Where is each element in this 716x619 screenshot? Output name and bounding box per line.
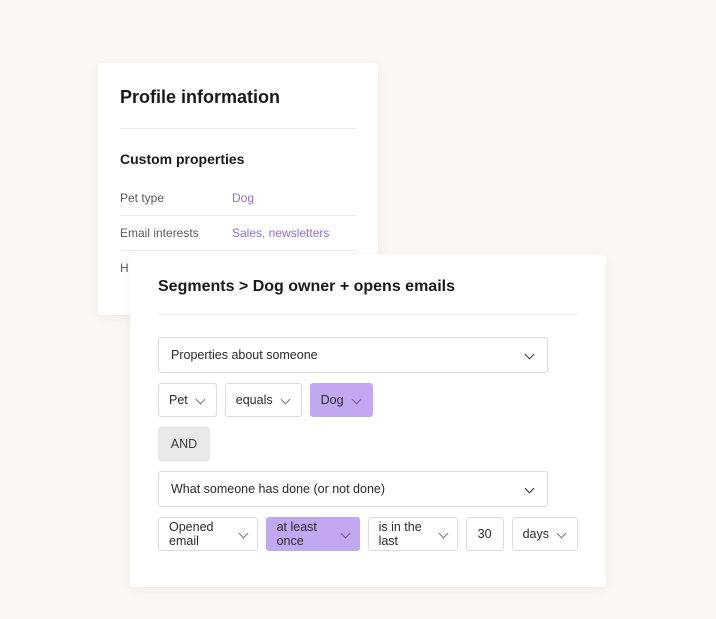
chevron-down-icon (341, 529, 349, 539)
event-select-label: Opened email (169, 520, 231, 548)
operator-select-label: equals (236, 393, 273, 407)
chevron-down-icon (439, 529, 447, 539)
property-label: Email interests (120, 226, 232, 240)
condition-group-label: Properties about someone (171, 348, 318, 362)
condition-group-label: What someone has done (or not done) (171, 482, 385, 496)
custom-properties-heading: Custom properties (120, 151, 356, 167)
segments-card: Segments > Dog owner + opens emails Prop… (130, 254, 606, 587)
frequency-select-label: at least once (277, 520, 333, 548)
join-row: AND (158, 427, 578, 461)
condition-row: Pet equals Dog (158, 383, 578, 417)
logic-join-label: AND (171, 437, 197, 451)
condition-group-select[interactable]: What someone has done (or not done) (158, 471, 548, 507)
operator-select[interactable]: equals (225, 383, 302, 417)
chevron-down-icon (281, 395, 291, 405)
value-select[interactable]: Dog (310, 383, 373, 417)
chevron-down-icon (525, 484, 535, 494)
count-value: 30 (478, 527, 492, 541)
condition-group-select[interactable]: Properties about someone (158, 337, 548, 373)
chevron-down-icon (352, 395, 362, 405)
timing-select-label: is in the last (379, 520, 431, 548)
segments-breadcrumb-title: Segments > Dog owner + opens emails (158, 278, 578, 315)
condition-row: Opened email at least once is in the las… (158, 517, 578, 551)
unit-select[interactable]: days (512, 517, 578, 551)
count-input[interactable]: 30 (466, 517, 504, 551)
property-select-label: Pet (169, 393, 188, 407)
unit-select-label: days (523, 527, 549, 541)
chevron-down-icon (557, 529, 567, 539)
property-select[interactable]: Pet (158, 383, 217, 417)
property-row: Pet type Dog (120, 181, 356, 216)
chevron-down-icon (525, 350, 535, 360)
profile-title: Profile information (120, 87, 356, 129)
chevron-down-icon (196, 395, 206, 405)
value-select-label: Dog (321, 393, 344, 407)
timing-select[interactable]: is in the last (368, 517, 458, 551)
property-row: Email interests Sales, newsletters (120, 216, 356, 251)
property-label: Pet type (120, 191, 232, 205)
frequency-select[interactable]: at least once (266, 517, 360, 551)
event-select[interactable]: Opened email (158, 517, 258, 551)
property-value: Dog (232, 191, 254, 205)
logic-join: AND (158, 427, 210, 461)
property-value: Sales, newsletters (232, 226, 329, 240)
chevron-down-icon (239, 529, 247, 539)
